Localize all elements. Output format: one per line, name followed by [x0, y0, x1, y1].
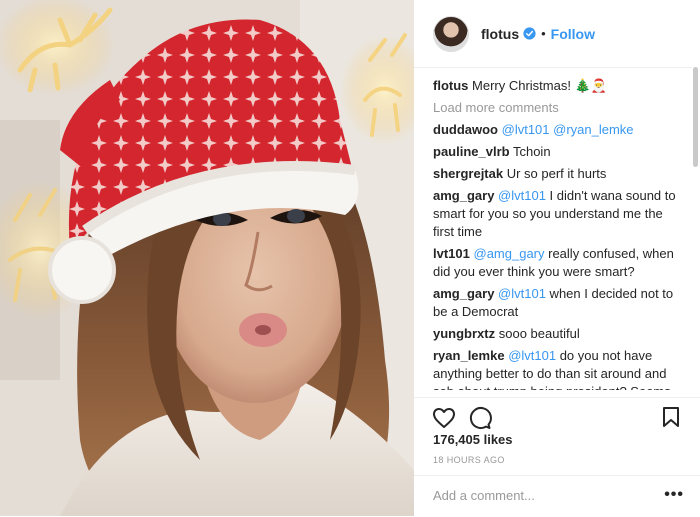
post-details-panel: flotus • Follow flotus Merry Christmas! …	[414, 0, 700, 516]
comment-text: sooo beautiful	[498, 326, 580, 341]
comment-text: Tchoin	[512, 144, 551, 159]
comment-username[interactable]: lvt101	[433, 246, 470, 261]
comment-username[interactable]: ryan_lemke	[433, 348, 505, 363]
instagram-post: flotus • Follow flotus Merry Christmas! …	[0, 0, 700, 516]
comment-username[interactable]: shergrejtak	[433, 166, 503, 181]
comment-mention[interactable]: @lvt101	[498, 188, 546, 203]
comment-mention[interactable]: @lvt101	[502, 122, 550, 137]
comment-rows: duddawoo @lvt101 @ryan_lemke pauline_vlrb…	[433, 121, 685, 390]
comments-scrollbar[interactable]	[692, 67, 700, 397]
action-bar	[414, 397, 700, 432]
selfie-image	[0, 0, 414, 516]
comment-mention[interactable]: @lvt101	[498, 286, 546, 301]
comment-item: shergrejtak Ur so perf it hurts	[433, 165, 685, 183]
comment-username[interactable]: yungbrxtz	[433, 326, 495, 341]
caption-username[interactable]: flotus	[433, 78, 468, 93]
header-username[interactable]: flotus	[481, 26, 519, 42]
comment-text: Ur so perf it hurts	[506, 166, 607, 181]
comment-item: duddawoo @lvt101 @ryan_lemke	[433, 121, 685, 139]
comments-list[interactable]: flotus Merry Christmas! 🎄🎅 Load more com…	[433, 72, 685, 390]
comment-item: yungbrxtz sooo beautiful	[433, 325, 685, 343]
comment-item: amg_gary @lvt101 when I decided not to b…	[433, 285, 685, 321]
comment-mention[interactable]: @lvt101	[508, 348, 556, 363]
comment-mention[interactable]: @ryan_lemke	[553, 122, 633, 137]
post-header: flotus • Follow	[414, 0, 700, 68]
comment-username[interactable]: amg_gary	[433, 286, 494, 301]
caption: flotus Merry Christmas! 🎄🎅	[433, 77, 685, 95]
more-options-icon[interactable]: •••	[664, 486, 684, 504]
add-comment-input[interactable]	[433, 488, 653, 503]
heart-icon[interactable]	[432, 406, 456, 430]
separator-dot: •	[541, 26, 546, 41]
comment-text: really confused, when did you ever think…	[433, 246, 674, 279]
comment-item: ryan_lemke @lvt101 do you not have anyth…	[433, 347, 685, 390]
likes-count[interactable]: 176,405 likes	[433, 432, 513, 447]
follow-button[interactable]: Follow	[551, 26, 595, 42]
lips	[239, 313, 287, 347]
post-timestamp[interactable]: 18 HOURS AGO	[433, 455, 505, 465]
comment-mention[interactable]: @amg_gary	[474, 246, 545, 261]
comment-item: amg_gary @lvt101 I didn't wana sound to …	[433, 187, 685, 241]
avatar[interactable]	[433, 15, 469, 52]
comment-bubble-icon[interactable]	[468, 406, 492, 430]
caption-text: Merry Christmas! 🎄🎅	[472, 78, 607, 93]
comment-item: pauline_vlrb Tchoin	[433, 143, 685, 161]
scrollbar-thumb[interactable]	[693, 67, 698, 167]
comment-username[interactable]: pauline_vlrb	[433, 144, 510, 159]
bookmark-icon[interactable]	[661, 406, 681, 428]
post-photo[interactable]	[0, 0, 414, 516]
comment-item: lvt101 @amg_gary really confused, when d…	[433, 245, 685, 281]
comment-username[interactable]: amg_gary	[433, 188, 494, 203]
load-more-comments-button[interactable]: Load more comments	[433, 99, 685, 117]
comment-username[interactable]: duddawoo	[433, 122, 498, 137]
add-comment-bar: •••	[414, 475, 700, 517]
verified-badge-icon	[523, 27, 536, 40]
